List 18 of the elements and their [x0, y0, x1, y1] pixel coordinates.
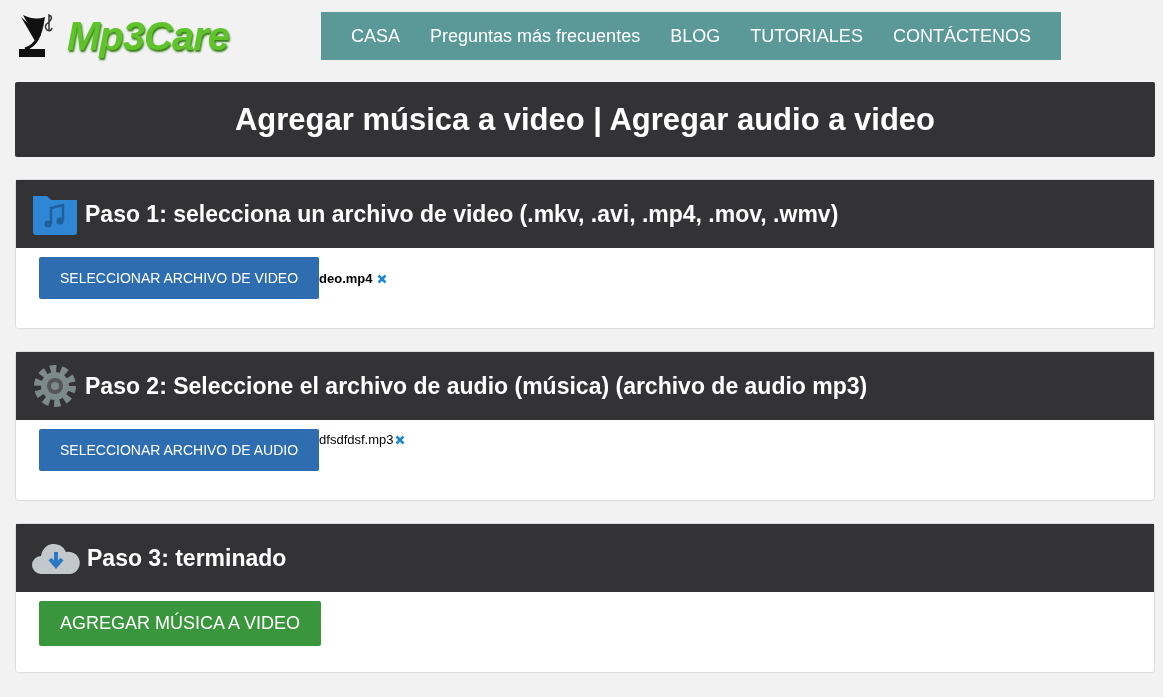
logo-text[interactable]: Mp3Care: [67, 13, 229, 59]
file-name: dfsdfdsf.mp3: [319, 432, 394, 447]
nav-link[interactable]: TUTORIALES: [735, 25, 878, 47]
page-title: Agregar música a video | Agregar audio a video: [234, 101, 936, 138]
step-title: Paso 1: selecciona un archivo de video (.mkv, .avi, .mp4, .mov, .wmv): [85, 200, 839, 228]
file-name: deo.mp4: [319, 271, 373, 286]
gear-icon: [31, 362, 79, 410]
nav-link[interactable]: CONTÁCTENOS: [877, 25, 1046, 47]
nav-link[interactable]: Preguntas más frecuentes: [415, 25, 656, 47]
step-title: Paso 3: terminado: [87, 544, 287, 572]
select-file-button[interactable]: SELECCIONAR ARCHIVO DE AUDIO: [39, 429, 320, 471]
remove-icon[interactable]: [376, 274, 387, 284]
add-music-button[interactable]: AGREGAR MÚSICA A VIDEO: [39, 601, 322, 646]
nav-link[interactable]: CASA: [336, 25, 416, 47]
remove-icon[interactable]: [394, 435, 405, 445]
select-file-button[interactable]: SELECCIONAR ARCHIVO DE VIDEO: [39, 257, 320, 299]
step-title: Paso 2: Seleccione el archivo de audio (música) (archivo de audio mp3): [85, 372, 868, 400]
nav-link[interactable]: BLOG: [655, 25, 736, 47]
